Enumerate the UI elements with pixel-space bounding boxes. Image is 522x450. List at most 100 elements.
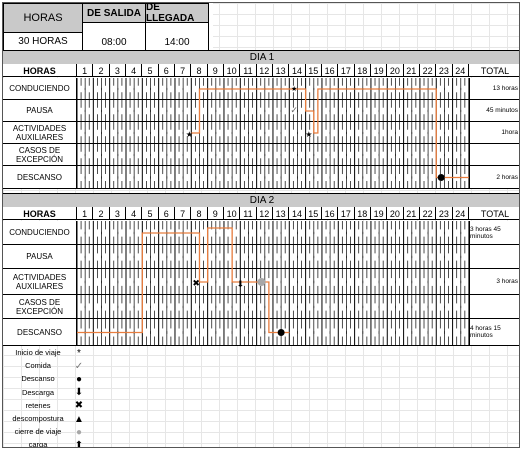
star-icon: * [77, 347, 81, 359]
day1-total-header: TOTAL [480, 65, 510, 76]
hour-number-6: 6 [159, 207, 175, 220]
hour-number-12: 12 [257, 64, 273, 77]
legend-label: retenes [25, 400, 51, 410]
hour-ticks [77, 269, 469, 294]
row-total: 45 minutos [469, 100, 519, 121]
hour-number-16: 16 [322, 64, 339, 77]
hour-number-5: 5 [142, 207, 159, 220]
triangle-icon: ▲ [74, 413, 84, 425]
day1-row-casos-de-excepci-n: CASOS DE EXCEPCIÓN [3, 144, 519, 166]
retenes-icon: ✖ [74, 400, 84, 412]
hour-number-17: 17 [338, 207, 355, 220]
hour-ticks [77, 78, 469, 99]
row-label: ACTIVIDADES AUXILIARES [3, 122, 77, 143]
hour-number-18: 18 [355, 64, 371, 77]
hour-ticks [77, 100, 469, 121]
legend-item: Descanso ● [7, 372, 91, 386]
hour-number-17: 17 [338, 64, 355, 77]
row-label: CASOS DE EXCEPCIÓN [3, 295, 77, 318]
hour-number-22: 22 [420, 64, 437, 77]
hour-number-13: 13 [273, 207, 290, 220]
hour-ticks [77, 245, 469, 268]
day2-row-pausa: PAUSA [3, 245, 519, 269]
day1-hours-row: HORAS 1 2 3 4 5 6 7 8 9 10 11 12 13 14 15 16 17 18 19 20 21 2… [3, 64, 519, 77]
legend-label: cierre de viaje [14, 427, 62, 437]
hour-number-11: 11 [240, 64, 257, 77]
hour-number-3: 3 [110, 207, 126, 220]
summary-departure-header: DE SALIDA [82, 3, 146, 23]
row-total: 4 horas 15 minutos [469, 319, 519, 345]
hour-number-16: 16 [322, 207, 339, 220]
row-total [469, 245, 519, 268]
hour-number-21: 21 [404, 207, 420, 220]
hour-number-4: 4 [126, 64, 143, 77]
row-total: 2 horas [469, 166, 519, 188]
hour-number-13: 13 [273, 64, 290, 77]
hour-ticks [77, 221, 469, 244]
summary-arrival-value: 14:00 [145, 22, 209, 51]
down-arrow-icon: ⬇ [74, 387, 84, 399]
day2-row-casos-de-excepci-n: CASOS DE EXCEPCIÓN [3, 295, 519, 319]
day2-row-actividades-auxiliares: ACTIVIDADES AUXILIARES 3 horas [3, 269, 519, 295]
check-icon: ✓ [74, 360, 84, 372]
row-label: DESCANSO [3, 166, 77, 188]
day2-hours-row: HORAS 1 2 3 4 5 6 7 8 9 10 11 12 13 14 15 16 17 18 19 20 21 2… [3, 207, 519, 220]
day2-row-conduciendo: CONDUCIENDO 3 horas 45 minutos [3, 221, 519, 245]
hour-number-10: 10 [224, 207, 241, 220]
row-label: CONDUCIENDO [3, 221, 77, 244]
row-total [469, 144, 519, 165]
hour-ticks [77, 166, 469, 188]
hour-number-18: 18 [355, 207, 371, 220]
legend-label: Descarga [21, 387, 55, 397]
hour-number-20: 20 [387, 207, 404, 220]
filled-circle-icon: ● [75, 373, 83, 385]
hour-number-14: 14 [289, 64, 306, 77]
hour-number-7: 7 [175, 64, 192, 77]
day2-hours-label: HORAS [3, 207, 77, 220]
hour-number-11: 11 [240, 207, 257, 220]
row-label: PAUSA [3, 245, 77, 268]
row-total: 13 horas [469, 78, 519, 99]
row-total: 1hora [469, 122, 519, 143]
hour-number-9: 9 [208, 64, 224, 77]
gray-circle-icon: ● [75, 426, 83, 438]
day1-hours-label: HORAS [3, 64, 77, 77]
legend-item: cierre de viaje ● [7, 425, 91, 439]
hour-number-4: 4 [126, 207, 143, 220]
summary-departure-value: 08:00 [82, 22, 146, 51]
row-label: DESCANSO [3, 319, 77, 345]
summary-table: HORAS DE SALIDA DE LLEGADA 30 HORAS 08:0… [3, 3, 213, 51]
row-label: PAUSA [3, 100, 77, 121]
hour-number-6: 6 [159, 64, 175, 77]
legend-label: Comida [25, 361, 51, 371]
hour-number-15: 15 [306, 207, 322, 220]
legend-label: carga [28, 440, 48, 448]
day1-row-actividades-auxiliares: ACTIVIDADES AUXILIARES 1hora [3, 122, 519, 144]
row-total: 3 horas [469, 269, 519, 294]
hour-number-20: 20 [387, 64, 404, 77]
hour-number-7: 7 [175, 207, 192, 220]
hour-number-23: 23 [436, 64, 453, 77]
legend-item: retenes ✖ [7, 399, 91, 413]
hour-number-19: 19 [371, 64, 388, 77]
hour-number-1: 1 [77, 64, 94, 77]
hour-number-21: 21 [404, 64, 420, 77]
legend-label: Inicio de viaje [15, 348, 61, 357]
summary-hours-value: 30 HORAS [3, 32, 83, 51]
hour-number-8: 8 [191, 64, 208, 77]
hour-number-19: 19 [371, 207, 388, 220]
hour-ticks [77, 319, 469, 345]
legend-item: Comida ✓ [7, 359, 91, 373]
hour-number-24: 24 [453, 207, 469, 220]
hour-number-22: 22 [420, 207, 437, 220]
row-label: CASOS DE EXCEPCIÓN [3, 144, 77, 165]
day2-total-header: TOTAL [480, 208, 510, 219]
day2-row-descanso: DESCANSO 4 horas 15 minutos [3, 319, 519, 346]
hour-ticks [77, 144, 469, 165]
day1-row-conduciendo: CONDUCIENDO 13 horas [3, 78, 519, 100]
hour-number-8: 8 [191, 207, 208, 220]
legend-item: Descarga ⬇ [7, 386, 91, 400]
driver-logbook-sheet: HORAS DE SALIDA DE LLEGADA 30 HORAS 08:0… [2, 2, 520, 448]
hour-number-15: 15 [306, 64, 322, 77]
hour-number-12: 12 [257, 207, 273, 220]
